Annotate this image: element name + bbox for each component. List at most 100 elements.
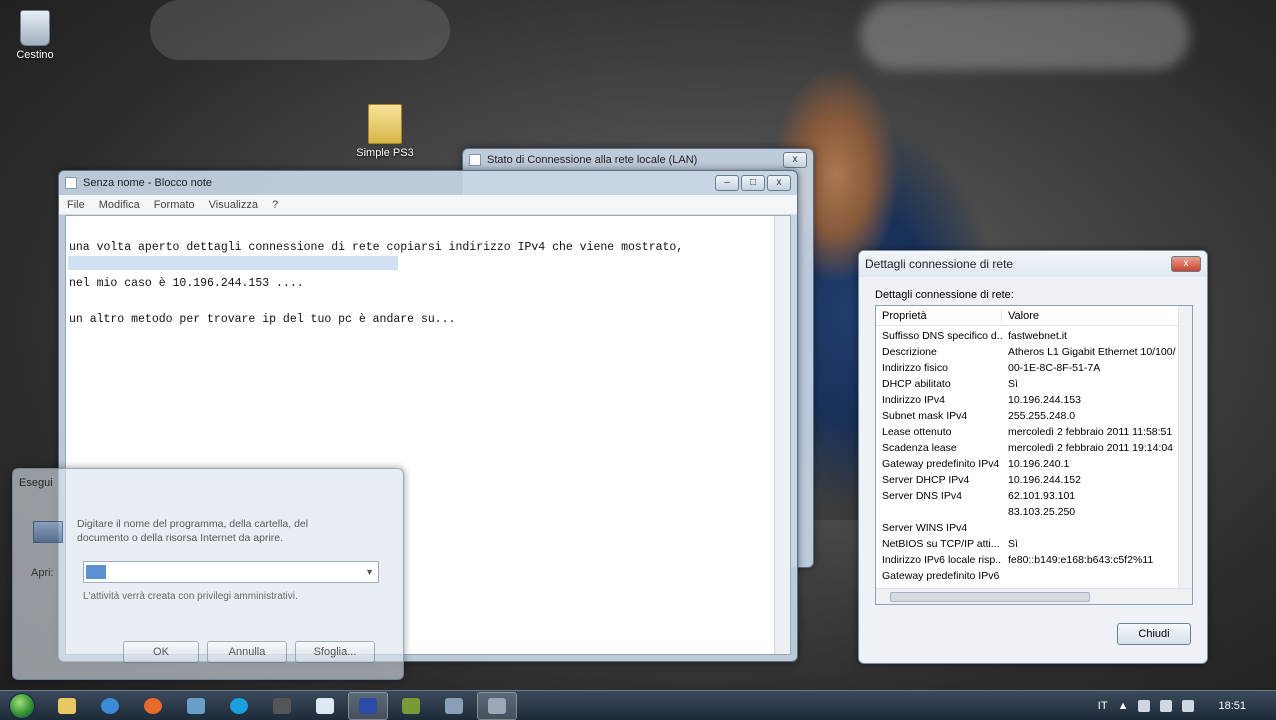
desktop-icon-folder[interactable]: Simple PS3 (350, 104, 420, 159)
property-cell: Server DNS IPv4 (882, 490, 962, 502)
language-indicator[interactable]: IT (1098, 700, 1108, 712)
value-cell: 62.101.93.101 (1008, 490, 1076, 502)
taskbar-app[interactable] (348, 691, 388, 720)
menu-edit[interactable]: Modifica (99, 199, 140, 211)
start-button[interactable] (0, 691, 44, 720)
property-cell: NetBIOS su TCP/IP atti... (882, 538, 1000, 550)
details-row[interactable]: Server WINS IPv4 (876, 520, 1192, 536)
taskbar-app[interactable] (391, 692, 431, 720)
open-input[interactable]: ▼ (83, 561, 379, 583)
volume-icon[interactable] (1182, 699, 1195, 712)
action-center-icon[interactable] (1138, 699, 1151, 712)
system-tray: IT ▲ 18:51 (1098, 699, 1276, 712)
browse-button[interactable]: Sfoglia... (295, 641, 375, 663)
taskbar-app[interactable] (176, 692, 216, 720)
taskbar-ie[interactable] (90, 692, 130, 720)
ok-button[interactable]: OK (123, 641, 199, 663)
close-button[interactable]: x (767, 175, 791, 191)
details-row[interactable]: Server DHCP IPv4 10.196.244.152 (876, 472, 1192, 488)
network-icon[interactable] (1160, 699, 1173, 712)
column-header-value[interactable]: Valore (1002, 310, 1039, 322)
details-row[interactable]: Suffisso DNS specifico d... fastwebnet.it (876, 328, 1192, 344)
desktop-icon-label: Cestino (16, 49, 54, 61)
menu-help[interactable]: ? (272, 199, 278, 211)
menu-format[interactable]: Formato (154, 199, 195, 211)
scrollbar-thumb[interactable] (890, 592, 1090, 602)
close-icon[interactable]: x (1171, 256, 1201, 272)
value-cell: 10.196.240.1 (1008, 458, 1070, 470)
firefox-icon (144, 697, 162, 714)
details-row[interactable]: Server DNS IPv4 62.101.93.101 (876, 488, 1192, 504)
notepad-icon (316, 697, 334, 714)
notepad-titlebar[interactable]: Senza nome - Blocco note – □ x (59, 171, 797, 195)
chevron-up-icon[interactable]: ▲ (1118, 700, 1129, 712)
wallpaper-blur (150, 0, 450, 60)
property-cell: Indirizzo fisico (882, 362, 948, 374)
details-title: Dettagli connessione di rete (865, 257, 1014, 271)
details-list[interactable]: Proprietà Valore Suffisso DNS specifico … (875, 305, 1193, 605)
network-details-window[interactable]: Dettagli connessione di rete x Dettagli … (858, 250, 1208, 664)
notepad-text: una volta aperto dettagli connessione di… (66, 216, 790, 352)
notepad-icon (65, 177, 77, 189)
value-cell: 10.196.244.153 (1008, 394, 1081, 406)
column-header-property[interactable]: Proprietà (876, 309, 1002, 322)
internet-explorer-icon (101, 697, 119, 714)
details-row[interactable]: Descrizione Atheros L1 Gigabit Ethernet 1… (876, 344, 1192, 360)
value-cell: Atheros L1 Gigabit Ethernet 10/100/1 (1008, 346, 1176, 358)
cancel-button[interactable]: Annulla (207, 641, 287, 663)
value-cell: Sì (1008, 538, 1018, 550)
details-titlebar[interactable]: Dettagli connessione di rete x (859, 251, 1207, 277)
details-row[interactable]: NetBIOS su TCP/IP atti... Sì (876, 536, 1192, 552)
details-row[interactable]: Indirizzo IPv6 locale risp... fe80::b149:… (876, 552, 1192, 568)
run-title: Esegui (19, 477, 53, 489)
taskbar-run[interactable] (477, 691, 517, 720)
desktop-icon-recycle-bin[interactable]: Cestino (0, 10, 70, 61)
details-section-label: Dettagli connessione di rete: (875, 289, 1014, 301)
vertical-scrollbar[interactable] (774, 216, 790, 654)
minimize-button[interactable]: – (715, 175, 739, 191)
run-dialog[interactable]: Esegui Digitare il nome del programma, d… (12, 468, 404, 680)
details-row[interactable]: Gateway predefinito IPv6 (876, 568, 1192, 584)
details-row[interactable]: Indirizzo fisico 00-1E-8C-8F-51-7A (876, 360, 1192, 376)
details-row[interactable]: Subnet mask IPv4 255.255.248.0 (876, 408, 1192, 424)
vertical-scrollbar[interactable] (1178, 306, 1192, 588)
menu-file[interactable]: File (67, 199, 85, 211)
details-row[interactable]: Indirizzo IPv4 10.196.244.153 (876, 392, 1192, 408)
maximize-button[interactable]: □ (741, 175, 765, 191)
details-row[interactable]: Scadenza lease mercoledì 2 febbraio 2011 … (876, 440, 1192, 456)
run-icon (33, 521, 63, 543)
taskbar-firefox[interactable] (133, 692, 173, 720)
horizontal-scrollbar[interactable] (876, 588, 1192, 604)
network-icon (469, 154, 481, 166)
details-row[interactable]: Lease ottenuto mercoledì 2 febbraio 2011 … (876, 424, 1192, 440)
chevron-down-icon[interactable]: ▼ (365, 567, 374, 577)
details-row[interactable]: DHCP abilitato Sì (876, 376, 1192, 392)
close-icon[interactable]: x (783, 152, 807, 168)
lan-status-title: Stato di Connessione alla rete locale (L… (487, 154, 698, 166)
property-cell: Server DHCP IPv4 (882, 474, 970, 486)
taskbar-network[interactable] (434, 692, 474, 720)
taskbar-skype[interactable] (219, 692, 259, 720)
clock[interactable]: 18:51 (1218, 700, 1246, 712)
lan-status-titlebar[interactable]: Stato di Connessione alla rete locale (L… (463, 149, 813, 171)
folder-icon (58, 697, 76, 714)
app-icon (273, 697, 291, 714)
folder-icon (368, 104, 402, 144)
value-cell: fastwebnet.it (1008, 330, 1067, 342)
property-cell: Descrizione (882, 346, 937, 358)
close-button[interactable]: Chiudi (1117, 623, 1191, 645)
details-row[interactable]: Gateway predefinito IPv4 10.196.240.1 (876, 456, 1192, 472)
details-row[interactable]: 83.103.25.250 (876, 504, 1192, 520)
property-cell: Indirizzo IPv6 locale risp... (882, 554, 1002, 566)
taskbar-notepad[interactable] (305, 692, 345, 720)
desktop-icon-label: Simple PS3 (356, 147, 414, 159)
taskbar-app[interactable] (262, 692, 302, 720)
value-cell: mercoledì 2 febbraio 2011 11:58:51 (1008, 426, 1173, 438)
skype-icon (230, 697, 248, 714)
text-line: una volta aperto dettagli connessione di… (69, 241, 684, 254)
value-cell: fe80::b149:e168:b643:c5f2%11 (1008, 554, 1154, 566)
menu-view[interactable]: Visualizza (209, 199, 258, 211)
app-icon (187, 697, 205, 714)
taskbar-explorer[interactable] (47, 692, 87, 720)
run-titlebar[interactable]: Esegui (13, 469, 403, 497)
